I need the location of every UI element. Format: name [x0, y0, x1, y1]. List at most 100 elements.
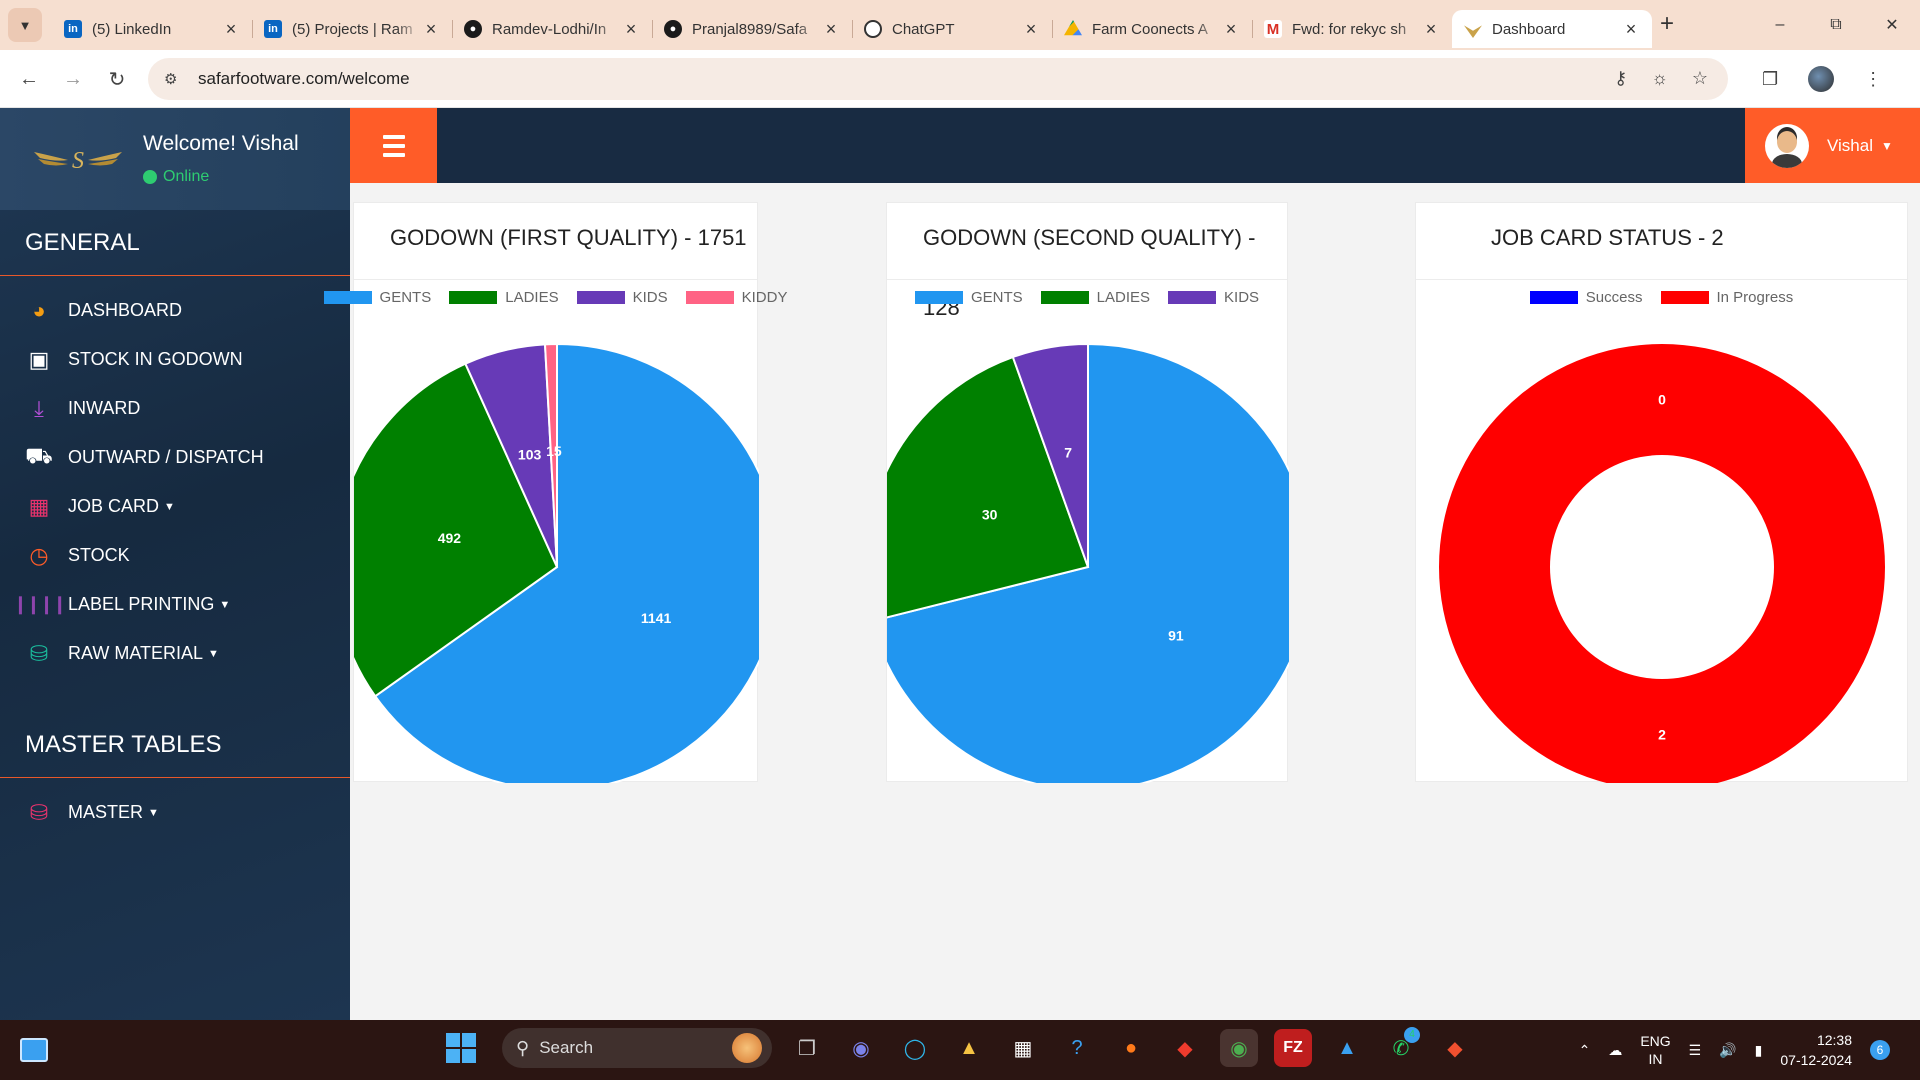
caret-down-icon: ▼ — [219, 598, 231, 611]
sidebar-item-master[interactable]: ⛁ MASTER ▼ — [0, 788, 350, 837]
sidebar-item-job-card[interactable]: ▦ JOB CARD ▼ — [0, 482, 350, 531]
task-view-icon[interactable]: ❐ — [788, 1029, 826, 1067]
taskbar-search[interactable]: ⚲ Search — [502, 1028, 772, 1068]
sidebar-item-outward-dispatch[interactable]: ⛟ OUTWARD / DISPATCH — [0, 433, 350, 482]
clock-date: 07-12-2024 — [1780, 1052, 1852, 1068]
caret-down-icon: ▼ — [208, 647, 219, 660]
pie-chart: 1141 492 103 15 — [354, 342, 759, 783]
linkedin-icon: in — [64, 20, 82, 38]
browser-tab[interactable]: M Fwd: for rekyc sh × — [1252, 10, 1452, 48]
profile-avatar[interactable] — [1808, 66, 1835, 92]
minimize-icon[interactable]: – — [1752, 0, 1808, 50]
firefox-icon[interactable]: ● — [1112, 1029, 1150, 1067]
sidebar-item-label: LABEL PRINTING — [68, 594, 215, 614]
back-icon[interactable]: ← — [14, 64, 44, 94]
browser-tab-strip: ▼ in (5) LinkedIn × in (5) Projects | Ra… — [0, 0, 1920, 50]
browser-tab[interactable]: ● Pranjal8989/Safa × — [652, 10, 852, 48]
browser-tab[interactable]: ● Ramdev-Lodhi/In × — [452, 10, 652, 48]
bookmark-star-icon[interactable]: ☆ — [1692, 68, 1708, 89]
chrome-icon[interactable]: ◉ — [1220, 1029, 1258, 1067]
vpn-icon[interactable]: ▲ — [1328, 1029, 1366, 1067]
close-icon[interactable]: × — [1422, 19, 1440, 40]
clipboard-icon: ▦ — [28, 493, 50, 519]
reload-icon[interactable]: ↻ — [102, 64, 132, 94]
section-general: GENERAL — [0, 210, 350, 276]
new-tab-button[interactable]: + — [1652, 10, 1682, 38]
tab-search-button[interactable]: ▼ — [8, 8, 42, 42]
google-drive-icon — [1064, 20, 1082, 36]
git-icon[interactable]: ◆ — [1436, 1029, 1474, 1067]
section-master-tables: MASTER TABLES — [0, 712, 350, 778]
clock[interactable]: 12:38 07-12-2024 — [1780, 1030, 1852, 1070]
sidebar-item-inward[interactable]: ⤓ INWARD — [0, 384, 350, 433]
sidebar-item-stock[interactable]: ◷ STOCK — [0, 531, 350, 580]
url-field[interactable]: ⚙ safarfootware.com/welcome ⚷ ☼ ☆ — [148, 58, 1728, 100]
edge-icon[interactable]: ◯ — [896, 1029, 934, 1067]
sidebar: S Welcome! Vishal Online GENERAL ◕ DASHB… — [0, 108, 350, 1020]
close-icon[interactable]: × — [222, 19, 240, 40]
sidebar-toggle-button[interactable] — [350, 108, 437, 183]
volume-icon[interactable]: 🔊 — [1719, 1042, 1736, 1059]
sidebar-item-label: STOCK IN GODOWN — [68, 349, 243, 369]
key-icon[interactable]: ⚷ — [1614, 68, 1627, 89]
browser-tab-active[interactable]: Dashboard × — [1452, 10, 1652, 48]
user-menu-button[interactable]: Vishal ▼ — [1745, 108, 1920, 183]
tab-list: in (5) LinkedIn × in (5) Projects | Ram … — [52, 6, 1652, 50]
file-explorer-icon[interactable]: ▲ — [950, 1029, 988, 1067]
close-icon[interactable]: × — [422, 19, 440, 40]
language-indicator[interactable]: ENG IN — [1640, 1032, 1670, 1068]
help-icon[interactable]: ? — [1058, 1029, 1096, 1067]
browser-tab[interactable]: Farm Coonects A × — [1052, 10, 1252, 48]
search-highlight-icon — [732, 1033, 762, 1063]
windows-start-icon[interactable] — [446, 1033, 476, 1063]
browser-tab[interactable]: in (5) LinkedIn × — [52, 10, 252, 48]
sidebar-item-stock-in-godown[interactable]: ▣ STOCK IN GODOWN — [0, 335, 350, 384]
browser-tab[interactable]: ChatGPT × — [852, 10, 1052, 48]
sidebar-item-label-printing[interactable]: ❙❙❙❙ LABEL PRINTING ▼ — [0, 580, 350, 629]
extensions-icon[interactable]: ❐ — [1762, 69, 1778, 90]
tab-title: (5) LinkedIn — [92, 20, 172, 38]
forward-icon[interactable]: → — [58, 64, 88, 94]
briefcase-icon: ▣ — [28, 346, 50, 372]
browser-tab[interactable]: in (5) Projects | Ram × — [252, 10, 452, 48]
close-icon[interactable]: × — [622, 19, 640, 40]
whatsapp-icon[interactable]: ✆ 4 — [1382, 1027, 1420, 1067]
translate-icon[interactable]: ☼ — [1651, 68, 1668, 89]
tab-title: Farm Coonects A — [1092, 20, 1208, 38]
welcome-text: Welcome! Vishal — [143, 132, 299, 155]
speedometer-icon: ◕ — [32, 297, 46, 323]
widgets-icon[interactable] — [20, 1038, 48, 1062]
more-menu-icon[interactable]: ⋮ — [1864, 69, 1882, 90]
cloud-offline-icon[interactable]: ☁ — [1608, 1042, 1622, 1059]
wifi-icon[interactable]: ☰ — [1689, 1042, 1702, 1059]
chatgpt-icon — [864, 20, 882, 38]
close-icon[interactable]: × — [1022, 19, 1040, 40]
close-icon[interactable]: × — [822, 19, 840, 40]
pie-slice-in-progress[interactable] — [1439, 344, 1885, 783]
url-text[interactable]: safarfootware.com/welcome — [198, 69, 410, 89]
filezilla-icon[interactable]: FZ — [1274, 1029, 1312, 1067]
anydesk-icon[interactable]: ◆ — [1166, 1029, 1204, 1067]
doughnut-chart: 02 — [1439, 344, 1885, 783]
restore-icon[interactable]: ⧉ — [1808, 0, 1864, 50]
database-icon: ⛁ — [29, 640, 49, 666]
system-tray: ⌃ ☁ ENG IN ☰ 🔊 ▮ 12:38 07-12-2024 6 — [1579, 1028, 1890, 1072]
hamburger-icon — [382, 134, 405, 139]
github-icon: ● — [664, 20, 682, 38]
notification-badge[interactable]: 6 — [1870, 1040, 1890, 1060]
chart-card-job-card-status: JOB CARD STATUS - 2 Success In Progress 0… — [1415, 202, 1908, 783]
battery-icon[interactable]: ▮ — [1755, 1042, 1763, 1059]
sidebar-item-raw-material[interactable]: ⛁ RAW MATERIAL ▼ — [0, 629, 350, 678]
site-settings-icon[interactable]: ⚙ — [164, 70, 186, 88]
close-icon[interactable]: × — [1622, 19, 1640, 40]
chevron-down-icon: ▼ — [1881, 138, 1893, 153]
sidebar-item-dashboard[interactable]: ◕ DASHBOARD — [0, 286, 350, 335]
sidebar-item-label: RAW MATERIAL — [68, 643, 204, 663]
teams-icon[interactable]: ◉ — [842, 1029, 880, 1067]
whatsapp-badge: 4 — [1404, 1027, 1420, 1043]
close-icon[interactable]: × — [1222, 19, 1240, 40]
linkedin-icon: in — [264, 20, 282, 38]
chevron-up-icon[interactable]: ⌃ — [1579, 1042, 1591, 1059]
close-window-icon[interactable]: ✕ — [1864, 0, 1920, 50]
store-icon[interactable]: ▦ — [1004, 1029, 1042, 1067]
